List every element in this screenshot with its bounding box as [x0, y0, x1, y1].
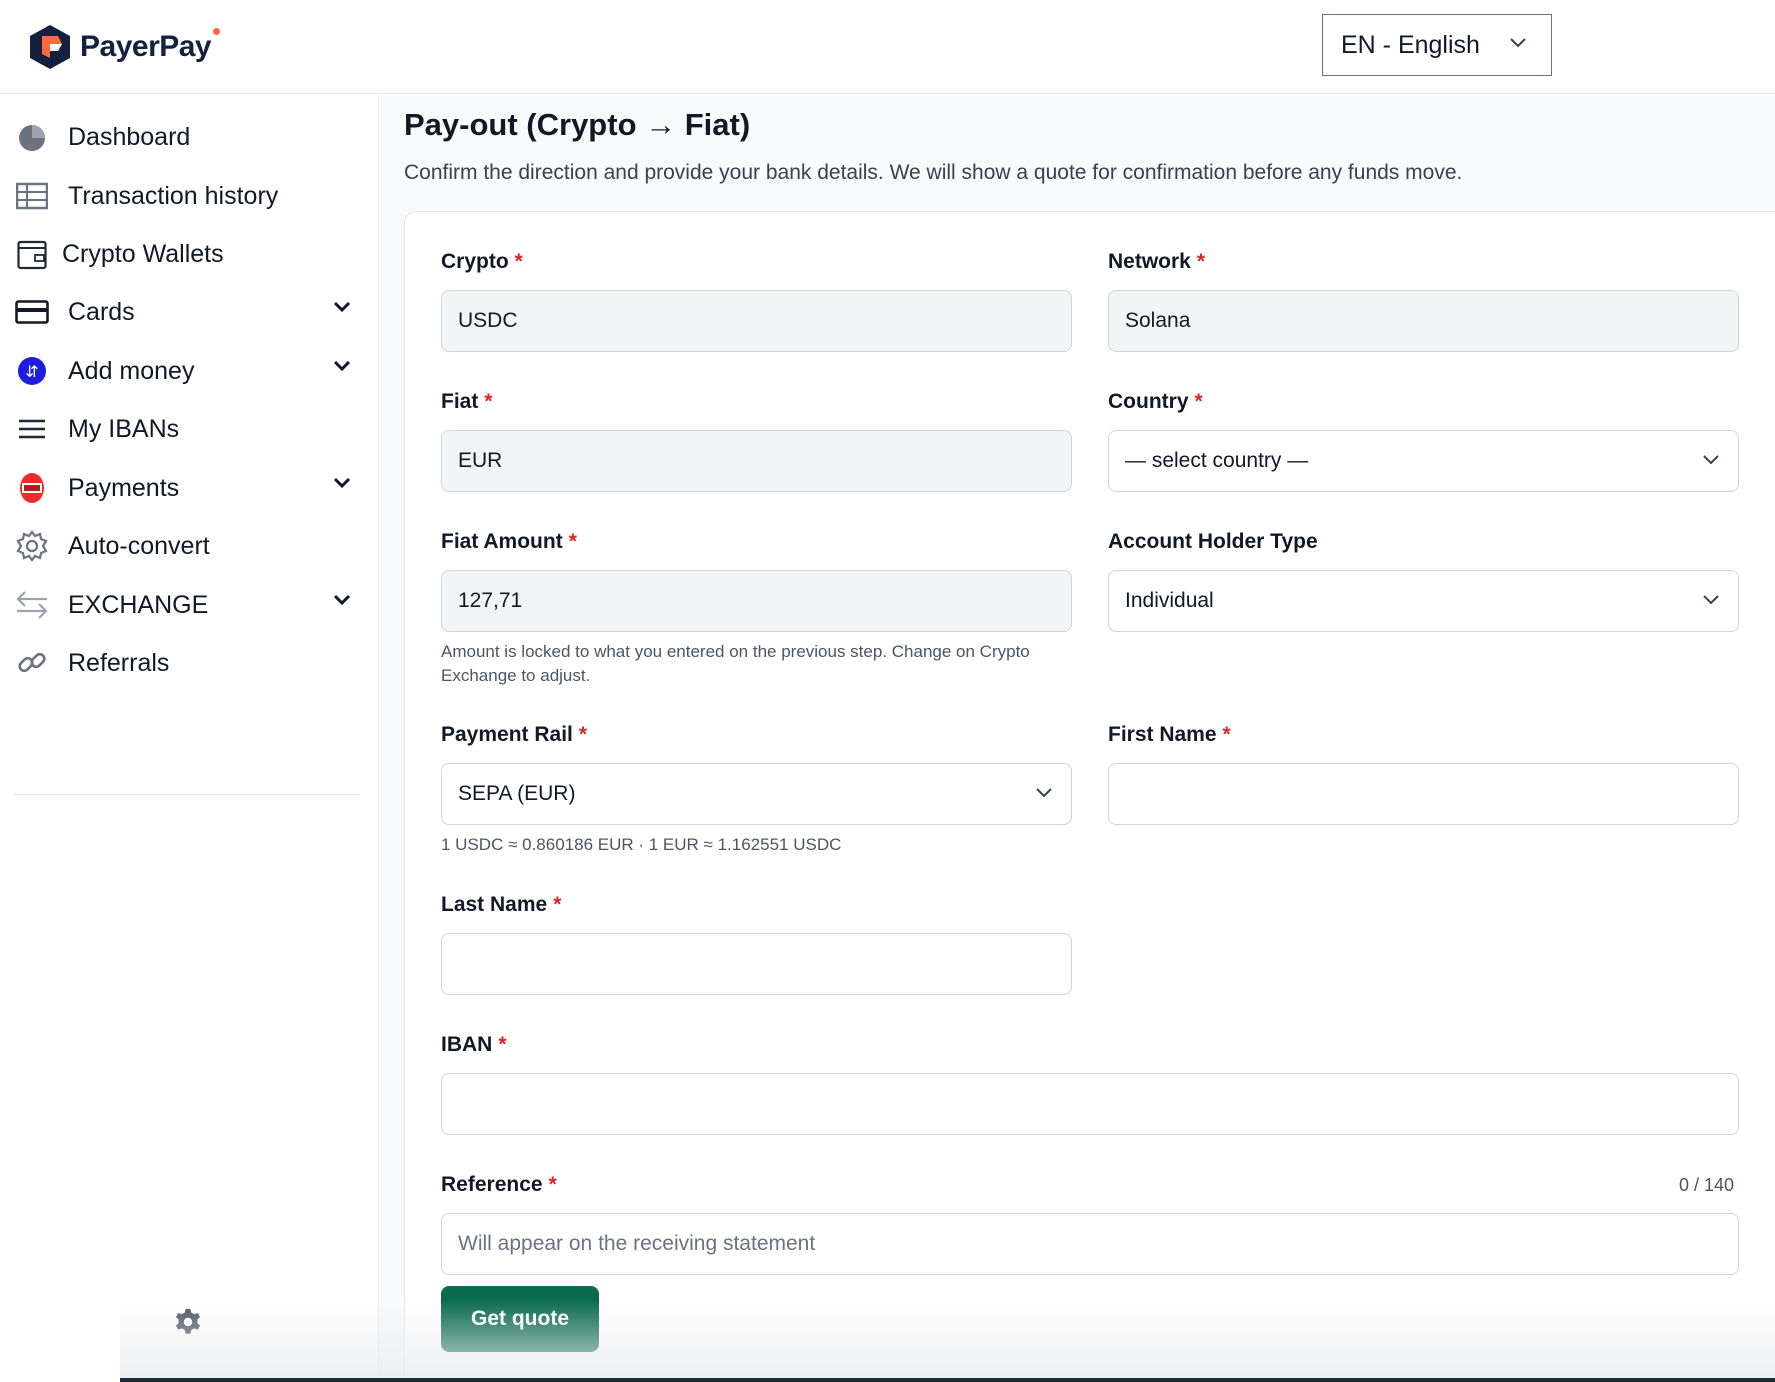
- required-mark: *: [553, 893, 562, 916]
- settings-button[interactable]: [170, 1304, 206, 1340]
- required-mark: *: [484, 390, 493, 413]
- sidebar-item-auto-convert[interactable]: Auto-convert: [14, 521, 364, 571]
- reference-label: Reference *: [441, 1173, 557, 1196]
- reference-placeholder: Will appear on the receiving statement: [458, 1232, 816, 1255]
- first-name-label: First Name *: [1108, 723, 1231, 746]
- page-subtitle: Confirm the direction and provide your b…: [404, 161, 1463, 184]
- payment-rail-value: SEPA (EUR): [458, 782, 576, 805]
- link-icon: [14, 645, 50, 681]
- pie-chart-icon: [14, 119, 50, 155]
- sidebar-item-label: Auto-convert: [68, 531, 210, 560]
- sidebar-item-dashboard[interactable]: Dashboard: [14, 112, 364, 162]
- sidebar-item-label: Cards: [68, 297, 135, 326]
- payment-rail-select[interactable]: SEPA (EUR): [441, 763, 1072, 825]
- fiat-amount-field[interactable]: 127,71: [441, 570, 1072, 632]
- sidebar-item-cards[interactable]: Cards: [14, 287, 364, 337]
- top-header: PayerPay EN - English: [0, 0, 1775, 94]
- sidebar-item-label: Referrals: [68, 648, 170, 677]
- fiat-amount-hint: Amount is locked to what you entered on …: [441, 642, 1030, 685]
- sidebar-item-referrals[interactable]: Referrals: [14, 638, 364, 688]
- chevron-down-icon[interactable]: [332, 359, 352, 373]
- account-holder-type-select[interactable]: Individual: [1108, 570, 1739, 632]
- required-mark: *: [568, 530, 577, 553]
- payment-rail-label: Payment Rail *: [441, 723, 588, 746]
- network-field[interactable]: Solana: [1108, 290, 1739, 352]
- payments-icon: [14, 470, 50, 506]
- reference-char-counter: 0 / 140: [1679, 1175, 1735, 1195]
- sidebar-item-my-ibans[interactable]: My IBANs: [14, 404, 364, 454]
- payout-form-card: Crypto * USDC Network * Solana Fiat * EUR C…: [404, 211, 1775, 1382]
- network-label: Network *: [1108, 250, 1206, 273]
- crypto-field[interactable]: USDC: [441, 290, 1072, 352]
- gear-icon: [175, 1308, 201, 1334]
- chevron-down-icon[interactable]: [332, 593, 352, 607]
- fiat-field[interactable]: EUR: [441, 430, 1072, 492]
- sidebar-item-exchange[interactable]: EXCHANGE: [14, 580, 364, 630]
- brand-dot: [213, 28, 221, 35]
- sidebar-item-transaction-history[interactable]: Transaction history: [14, 171, 364, 221]
- svg-text:⇵: ⇵: [25, 362, 38, 381]
- required-mark: *: [548, 1173, 557, 1196]
- chevron-down-icon[interactable]: [332, 476, 352, 490]
- first-name-input[interactable]: [1108, 763, 1739, 825]
- network-field-value: Solana: [1125, 309, 1191, 332]
- main-content: Pay-out (Crypto → Fiat) Confirm the dire…: [380, 95, 1775, 1382]
- required-mark: *: [1196, 250, 1206, 273]
- last-name-label: Last Name *: [441, 893, 562, 916]
- chevron-down-icon: [1510, 38, 1526, 48]
- sidebar-item-label: Transaction history: [68, 181, 279, 210]
- brand-logo[interactable]: PayerPay: [28, 24, 221, 70]
- last-name-input[interactable]: [441, 933, 1072, 995]
- exchange-arrows-icon: [14, 587, 50, 623]
- sidebar-item-crypto-wallets[interactable]: Crypto Wallets: [14, 229, 364, 279]
- gear-icon: [14, 528, 50, 564]
- chevron-down-icon: [1703, 455, 1719, 465]
- credit-card-icon: [14, 294, 50, 330]
- iban-input[interactable]: [441, 1073, 1739, 1135]
- required-mark: *: [1194, 390, 1203, 413]
- sidebar-item-label: My IBANs: [68, 414, 180, 443]
- fiat-amount-label: Fiat Amount *: [441, 530, 577, 553]
- payerpay-logo-icon: [30, 25, 70, 69]
- sidebar-item-payments[interactable]: Payments: [14, 463, 364, 513]
- chevron-down-icon: [1703, 595, 1719, 605]
- sidebar-item-label: Crypto Wallets: [62, 239, 224, 268]
- language-select-value: EN - English: [1341, 30, 1480, 59]
- fiat-field-value: EUR: [458, 449, 503, 472]
- country-label: Country *: [1108, 390, 1203, 413]
- chevron-down-icon: [1036, 788, 1052, 798]
- account-holder-type-value: Individual: [1125, 589, 1214, 612]
- page-title: Pay-out (Crypto → Fiat): [404, 107, 751, 142]
- country-select-value: — select country —: [1125, 449, 1309, 472]
- brand-name: PayerPay: [80, 30, 212, 63]
- exchange-rate-text: 1 USDC ≈ 0.860186 EUR · 1 EUR ≈ 1.162551…: [441, 835, 842, 854]
- reference-input[interactable]: Will appear on the receiving statement: [441, 1213, 1739, 1275]
- table-icon: [14, 178, 50, 214]
- required-mark: *: [498, 1033, 507, 1056]
- fiat-label: Fiat *: [441, 390, 493, 413]
- bottom-edge-bar: [120, 1378, 1775, 1382]
- iban-label: IBAN *: [441, 1033, 507, 1056]
- fiat-amount-value: 127,71: [458, 589, 523, 612]
- menu-lines-icon: [14, 411, 50, 447]
- sidebar-item-label: Add money: [68, 356, 195, 385]
- sidebar-item-label: Dashboard: [68, 122, 191, 151]
- get-quote-button[interactable]: Get quote: [441, 1286, 599, 1352]
- sidebar-item-label: EXCHANGE: [68, 590, 209, 619]
- required-mark: *: [1222, 723, 1231, 746]
- crypto-field-value: USDC: [458, 309, 518, 332]
- required-mark: *: [514, 250, 523, 273]
- sidebar: Dashboard Transaction history Crypto Wal…: [0, 95, 379, 1382]
- wallet-icon: [14, 236, 50, 272]
- language-select[interactable]: EN - English: [1322, 14, 1552, 76]
- sidebar-divider: [14, 794, 360, 795]
- add-money-icon: ⇵: [14, 353, 50, 389]
- sidebar-item-label: Payments: [68, 473, 180, 502]
- required-mark: *: [578, 723, 588, 746]
- sidebar-item-add-money[interactable]: ⇵ Add money: [14, 346, 364, 396]
- account-holder-type-label: Account Holder Type: [1108, 530, 1318, 553]
- crypto-label: Crypto *: [441, 250, 523, 273]
- country-select[interactable]: — select country —: [1108, 430, 1739, 492]
- chevron-down-icon[interactable]: [332, 300, 352, 314]
